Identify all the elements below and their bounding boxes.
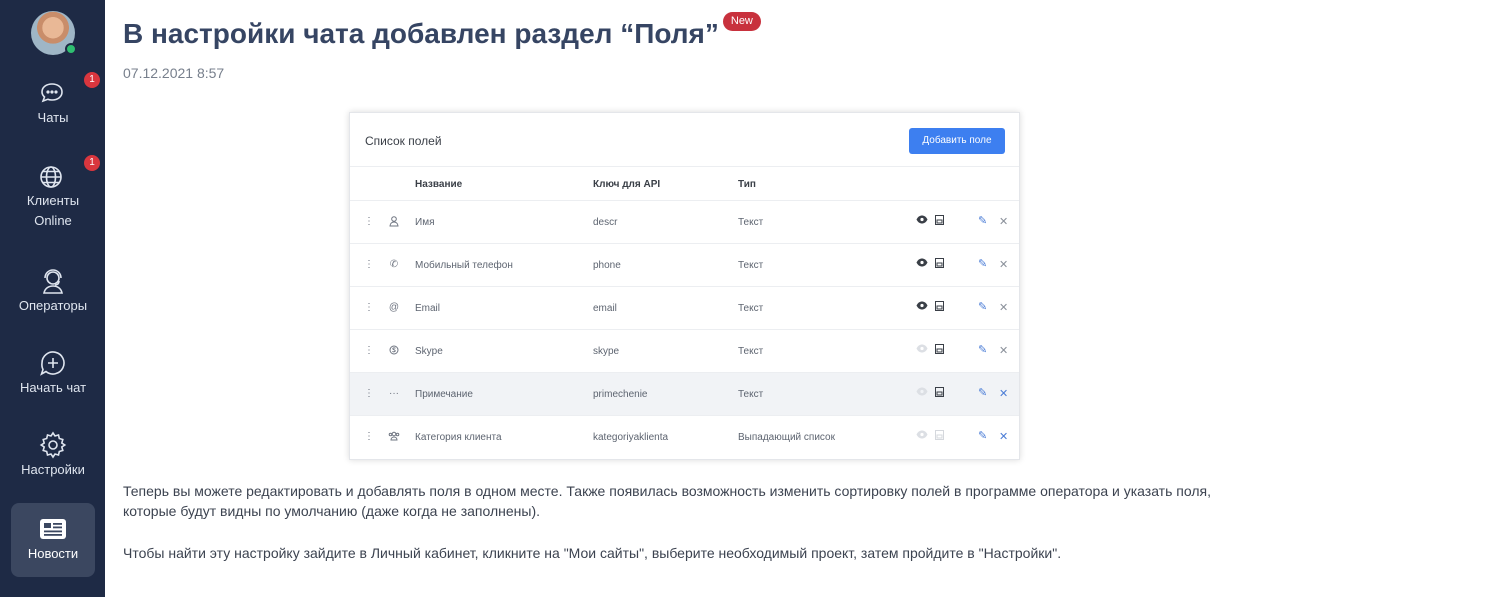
field-type: Текст xyxy=(738,389,764,400)
field-name: Категория клиента xyxy=(415,432,502,443)
edit-icon: ✎ xyxy=(978,258,988,270)
drag-handle-icon: ⋮ xyxy=(364,431,374,442)
group-icon xyxy=(388,431,400,444)
save-icon xyxy=(935,258,944,271)
edit-icon: ✎ xyxy=(978,344,988,356)
save-icon xyxy=(935,215,944,228)
sidebar-item-label: Операторы xyxy=(18,298,88,313)
close-icon: ✕ xyxy=(999,431,1009,443)
chats-badge: 1 xyxy=(84,72,100,88)
edit-icon: ✎ xyxy=(978,215,988,227)
start-chat-icon xyxy=(40,351,65,376)
news-icon xyxy=(40,519,66,539)
sidebar-item-label: Чаты xyxy=(37,110,69,125)
sidebar-item-news[interactable]: Новости xyxy=(11,503,95,577)
field-key: email xyxy=(593,303,617,314)
person-icon xyxy=(388,216,400,230)
table-row: ⋮ ··· Примечание primechenie Текст ✎ ✕ xyxy=(350,373,1019,416)
field-name: Skype xyxy=(415,346,443,357)
field-key: descr xyxy=(593,217,618,228)
eye-icon xyxy=(916,258,928,270)
save-icon xyxy=(935,301,944,314)
avatar[interactable] xyxy=(31,11,77,55)
close-icon: ✕ xyxy=(999,216,1009,228)
fields-list-title: Список полей xyxy=(365,134,442,148)
field-name: Имя xyxy=(415,217,435,228)
eye-off-icon xyxy=(916,430,928,442)
dots-icon: ··· xyxy=(389,388,399,399)
phone-icon: ✆ xyxy=(389,259,399,270)
online-status-dot xyxy=(65,43,77,55)
close-icon: ✕ xyxy=(999,345,1009,357)
table-row: ⋮ Skype skype Текст ✎ ✕ xyxy=(350,330,1019,373)
table-row: ⋮ ✆ Мобильный телефон phone Текст ✎ ✕ xyxy=(350,244,1019,287)
chat-icon xyxy=(41,83,63,103)
operator-icon xyxy=(43,269,63,294)
table-row: ⋮ Категория клиента kategoriyaklienta Вы… xyxy=(350,416,1019,459)
edit-icon: ✎ xyxy=(978,430,988,442)
clients-badge: 1 xyxy=(84,155,100,171)
edit-icon: ✎ xyxy=(978,301,988,313)
field-type: Текст xyxy=(738,260,764,271)
news-article: В настройки чата добавлен раздел “Поля” … xyxy=(105,0,1263,597)
globe-icon xyxy=(40,166,62,188)
drag-handle-icon: ⋮ xyxy=(364,302,374,313)
table-row: ⋮ @ Email email Текст ✎ ✕ xyxy=(350,287,1019,330)
field-name: Примечание xyxy=(415,389,473,400)
column-type: Тип xyxy=(738,179,756,190)
field-key: kategoriyaklienta xyxy=(593,432,669,443)
skype-icon xyxy=(388,345,400,358)
article-date: 07.12.2021 8:57 xyxy=(123,65,225,81)
column-api-key: Ключ для API xyxy=(593,179,661,190)
new-badge: New xyxy=(722,12,761,31)
save-icon xyxy=(935,344,944,357)
sidebar-item-clients-online[interactable]: 1 Клиенты Online xyxy=(11,155,100,241)
sidebar-item-label: Настройки xyxy=(21,462,85,477)
fields-screenshot: Список полей Добавить поле Название Ключ… xyxy=(349,112,1020,460)
sidebar-item-settings[interactable]: Настройки xyxy=(11,430,95,490)
field-key: skype xyxy=(593,346,620,357)
article-paragraph: Теперь вы можете редактировать и добавля… xyxy=(123,483,1211,519)
field-key: primechenie xyxy=(593,389,648,400)
drag-handle-icon: ⋮ xyxy=(364,216,374,227)
eye-off-icon xyxy=(916,344,928,356)
field-type: Текст xyxy=(738,217,764,228)
edit-icon: ✎ xyxy=(978,387,988,399)
field-name: Мобильный телефон xyxy=(415,260,513,271)
field-key: phone xyxy=(593,260,621,271)
field-name: Email xyxy=(415,303,441,314)
save-icon xyxy=(935,387,944,400)
at-icon: @ xyxy=(388,302,400,313)
table-row: ⋮ Имя descr Текст ✎ ✕ xyxy=(350,201,1019,244)
sidebar-item-operators[interactable]: Операторы xyxy=(11,266,95,326)
close-icon: ✕ xyxy=(999,388,1009,400)
close-icon: ✕ xyxy=(999,259,1009,271)
article-paragraph: Чтобы найти эту настройку зайдите в Личн… xyxy=(123,545,1062,561)
field-type: Текст xyxy=(738,303,764,314)
sidebar-item-label: Новости xyxy=(27,546,79,561)
save-icon-disabled xyxy=(935,430,944,443)
field-type: Выпадающий список xyxy=(738,432,835,443)
eye-icon xyxy=(916,301,928,313)
add-field-button: Добавить поле xyxy=(909,128,1005,154)
right-empty-area xyxy=(1263,0,1500,597)
close-icon: ✕ xyxy=(999,302,1009,314)
gear-icon xyxy=(39,431,67,459)
drag-handle-icon: ⋮ xyxy=(364,259,374,270)
sidebar-item-start-chat[interactable]: Начать чат xyxy=(11,348,95,408)
column-name: Название xyxy=(415,179,463,190)
drag-handle-icon: ⋮ xyxy=(364,345,374,356)
sidebar-item-chats[interactable]: 1 Чаты xyxy=(11,72,100,138)
sidebar: 1 Чаты 1 Клиенты Online Операторы Начать… xyxy=(0,0,105,597)
field-type: Текст xyxy=(738,346,764,357)
eye-icon xyxy=(916,215,928,227)
sidebar-item-label: Начать чат xyxy=(19,380,87,395)
sidebar-item-label: Клиенты Online xyxy=(26,193,80,228)
page-title: В настройки чата добавлен раздел “Поля” xyxy=(123,18,719,49)
eye-off-icon xyxy=(916,387,928,399)
drag-handle-icon: ⋮ xyxy=(364,388,374,399)
